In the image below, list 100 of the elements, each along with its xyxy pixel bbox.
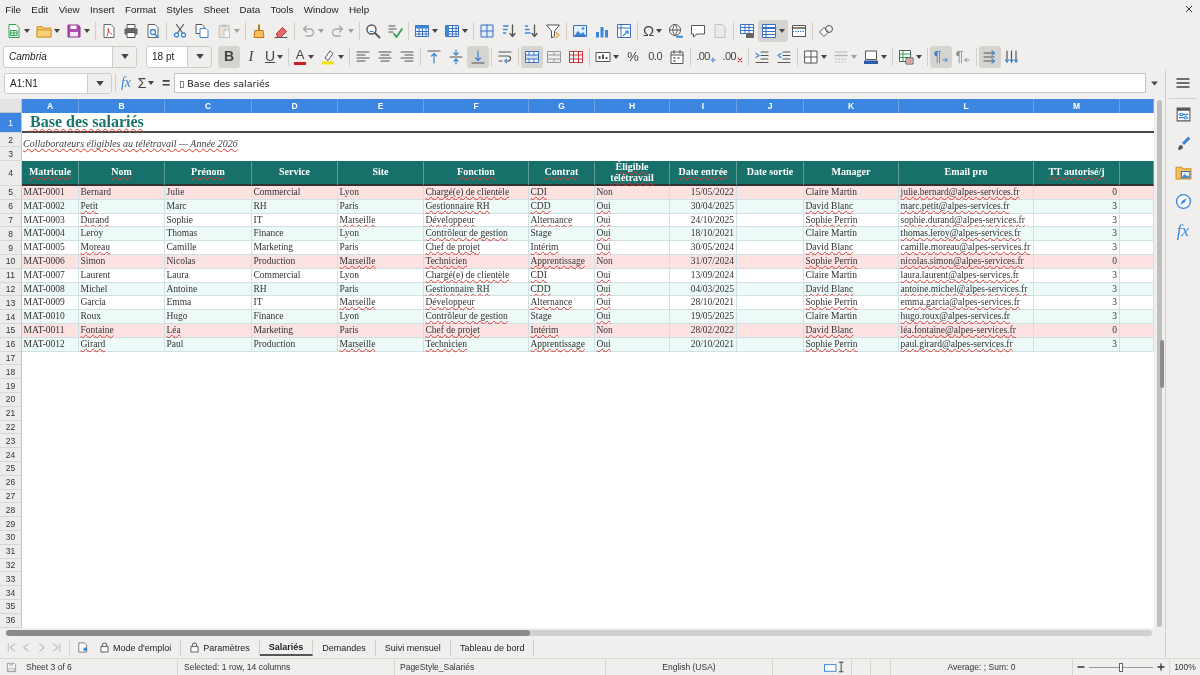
table-cell: Marketing	[252, 241, 338, 255]
column-header[interactable]: C	[165, 99, 252, 113]
table-cell: MAT-0001	[22, 186, 79, 200]
row-header[interactable]: 5	[0, 186, 22, 200]
column-header[interactable]: I	[670, 99, 737, 113]
column-header[interactable]: H	[595, 99, 670, 113]
row-header[interactable]: 13	[0, 296, 22, 311]
table-cell: Finance	[252, 310, 338, 324]
menu-item[interactable]: File	[0, 0, 27, 18]
row-header[interactable]: 4	[0, 161, 22, 186]
delete-decimal-button[interactable]: .00	[719, 45, 746, 68]
special-character-button[interactable]: Ω	[640, 19, 666, 42]
sheet-title: Base des salariés	[22, 113, 1154, 133]
column-header[interactable]: L	[899, 99, 1034, 113]
scrollbar-thumb[interactable]	[6, 630, 530, 636]
standard-format-button[interactable]: 0.0	[644, 45, 667, 68]
column-header[interactable]: B	[79, 99, 165, 113]
column-header[interactable]: M	[1034, 99, 1120, 113]
menu-item[interactable]: Sheet	[198, 0, 235, 18]
table-cell: Commercial	[252, 186, 338, 200]
menu-item[interactable]: Data	[234, 0, 266, 18]
table-cell: Production	[252, 255, 338, 269]
sheet-tab[interactable]: Mode d'emploi	[91, 639, 182, 656]
column-header[interactable]: G	[529, 99, 595, 113]
percent-format-button[interactable]: %	[622, 45, 645, 68]
dropdown-button[interactable]	[112, 46, 136, 67]
row-header[interactable]: 19	[0, 379, 22, 393]
row-header[interactable]: 14	[0, 310, 22, 324]
menu-item[interactable]: Format	[119, 0, 162, 18]
sheet-tab[interactable]: Tableau de bord	[450, 639, 535, 656]
font-size-combobox[interactable]: 18 pt	[146, 45, 212, 68]
align-bottom-button[interactable]	[467, 45, 490, 68]
sheet-tab[interactable]: Paramètres	[181, 639, 260, 656]
caret-icon	[120, 54, 129, 59]
menu-item[interactable]: Edit	[26, 0, 54, 18]
spellcheck-icon	[387, 22, 403, 39]
minus-icon[interactable]	[1077, 663, 1085, 671]
row-header[interactable]: 24	[0, 448, 22, 462]
text-direction-button[interactable]	[978, 45, 1001, 68]
dropdown-button[interactable]	[87, 73, 111, 93]
row-header[interactable]: 9	[0, 241, 22, 255]
row-header[interactable]: 3	[0, 147, 22, 161]
resize-handle[interactable]	[1160, 340, 1164, 388]
freeze-rows-button[interactable]	[758, 19, 789, 42]
column-header[interactable]: J	[737, 99, 804, 113]
column-header[interactable]: E	[338, 99, 424, 113]
column-header[interactable]: F	[424, 99, 529, 113]
menu-item[interactable]: Help	[343, 0, 375, 18]
column-header[interactable]: K	[804, 99, 899, 113]
name-box[interactable]: A1:N1	[4, 72, 112, 94]
table-cell: Paris	[338, 241, 424, 255]
sheet-tab[interactable]: Demandes	[313, 639, 376, 656]
table-cell: Paris	[338, 199, 424, 214]
table-cell: Chef de projet	[424, 323, 529, 338]
table-cell: 3	[1034, 337, 1120, 352]
formula-button[interactable]: =	[158, 73, 174, 93]
table-cell: 15/05/2022	[670, 186, 737, 200]
row-header[interactable]: 34	[0, 586, 22, 600]
add-decimal-button[interactable]: .00	[693, 45, 720, 68]
menu-item[interactable]: View	[53, 0, 85, 18]
column-header[interactable]: D	[252, 99, 338, 113]
dropdown-button[interactable]	[187, 46, 211, 67]
row-header[interactable]: 23	[0, 434, 22, 449]
merge-and-center-button[interactable]	[521, 45, 544, 68]
bold-button[interactable]: B	[218, 45, 240, 68]
slider-thumb[interactable]	[1119, 662, 1123, 672]
column-header[interactable]: A	[22, 99, 79, 113]
row-header[interactable]: 2	[0, 133, 22, 147]
menu-item[interactable]: Window	[298, 0, 344, 18]
menu-item[interactable]: Tools	[265, 0, 299, 18]
font-name-combobox[interactable]: Cambria	[3, 45, 137, 68]
italic-button[interactable]: I	[240, 45, 262, 68]
row-header[interactable]: 8	[0, 227, 22, 242]
plus-icon[interactable]	[1157, 663, 1165, 671]
row-header[interactable]: 28	[0, 503, 22, 518]
sheet-tab[interactable]: Salariés	[259, 639, 314, 656]
table-cell: camille.moreau@alpes-services.fr	[899, 241, 1034, 255]
table-cell: Intérim	[529, 241, 595, 255]
pdf-document-icon	[101, 22, 117, 39]
row-header[interactable]: 18	[0, 365, 22, 380]
formula-input[interactable]: ▯ Base des salariés	[174, 73, 1146, 93]
table-columns-icon	[444, 22, 460, 39]
underline-button[interactable]: U	[262, 45, 287, 68]
merge-center-icon	[524, 48, 541, 65]
header-cell: Prénom	[165, 161, 252, 186]
merge-cells-icon	[546, 48, 563, 65]
table-cell: RH	[252, 199, 338, 214]
table-cell: Chef de projet	[424, 241, 529, 255]
sum-button[interactable]: Σ	[134, 73, 158, 93]
plus-icon	[710, 57, 717, 63]
font-color-button[interactable]: A	[291, 45, 318, 68]
row-header[interactable]: 29	[0, 517, 22, 531]
sheet-tab[interactable]: Suivi mensuel	[375, 639, 451, 656]
horizontal-scrollbar[interactable]	[6, 630, 1152, 636]
row-header[interactable]: 33	[0, 572, 22, 587]
table-cell: CDI	[529, 186, 595, 200]
row-header[interactable]: 1	[0, 113, 22, 133]
menu-item[interactable]: Insert	[84, 0, 120, 18]
header-cell: Email pro	[899, 161, 1034, 186]
menu-item[interactable]: Styles	[161, 0, 199, 18]
